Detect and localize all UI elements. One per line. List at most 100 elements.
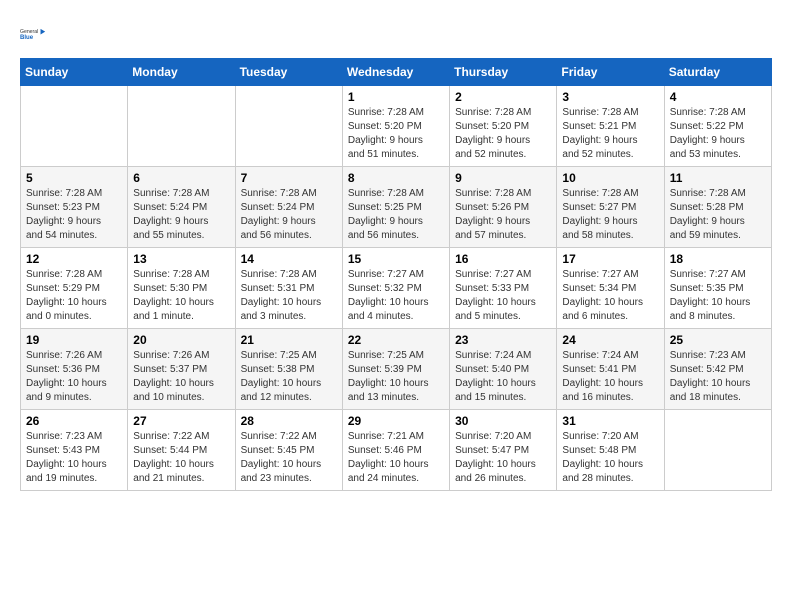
day-info: Sunrise: 7:25 AM Sunset: 5:39 PM Dayligh…: [348, 349, 444, 405]
day-info: Sunrise: 7:27 AM Sunset: 5:33 PM Dayligh…: [455, 268, 551, 324]
day-number: 21: [241, 333, 337, 347]
calendar-cell: 11Sunrise: 7:28 AM Sunset: 5:28 PM Dayli…: [664, 167, 771, 248]
day-number: 22: [348, 333, 444, 347]
day-info: Sunrise: 7:26 AM Sunset: 5:36 PM Dayligh…: [26, 349, 122, 405]
day-number: 23: [455, 333, 551, 347]
calendar-cell: 6 Sunrise: 7:28 AM Sunset: 5:24 PM Daylig…: [128, 167, 235, 248]
day-info: Sunrise: 7:24 AM Sunset: 5:41 PM Dayligh…: [562, 349, 658, 405]
day-info: Sunrise: 7:28 AM Sunset: 5:27 PM Dayligh…: [562, 187, 658, 243]
day-number: 4: [670, 90, 766, 104]
day-number: 13: [133, 252, 229, 266]
day-info: Sunrise: 7:24 AM Sunset: 5:40 PM Dayligh…: [455, 349, 551, 405]
day-number: 20: [133, 333, 229, 347]
calendar-cell: 16 Sunrise: 7:27 AM Sunset: 5:33 PM Dayli…: [450, 248, 557, 329]
calendar-cell: 4 Sunrise: 7:28 AM Sunset: 5:22 PM Daylig…: [664, 86, 771, 167]
weekday-header-sunday: Sunday: [21, 59, 128, 86]
day-info: Sunrise: 7:26 AM Sunset: 5:37 PM Dayligh…: [133, 349, 229, 405]
day-number: 30: [455, 414, 551, 428]
svg-text:General: General: [20, 29, 38, 35]
day-info: Sunrise: 7:27 AM Sunset: 5:34 PM Dayligh…: [562, 268, 658, 324]
day-number: 25: [670, 333, 766, 347]
calendar-cell: [235, 86, 342, 167]
calendar-body: 1 Sunrise: 7:28 AM Sunset: 5:20 PM Daylig…: [21, 86, 772, 491]
day-info: Sunrise: 7:28 AM Sunset: 5:23 PM Dayligh…: [26, 187, 122, 243]
calendar-cell: 29 Sunrise: 7:21 AM Sunset: 5:46 PM Dayli…: [342, 410, 449, 491]
logo-icon: GeneralBlue: [20, 20, 48, 48]
day-info: Sunrise: 7:23 AM Sunset: 5:43 PM Dayligh…: [26, 430, 122, 486]
weekday-header-monday: Monday: [128, 59, 235, 86]
calendar-cell: 28 Sunrise: 7:22 AM Sunset: 5:45 PM Dayli…: [235, 410, 342, 491]
calendar-cell: 15Sunrise: 7:27 AM Sunset: 5:32 PM Dayli…: [342, 248, 449, 329]
day-info: Sunrise: 7:21 AM Sunset: 5:46 PM Dayligh…: [348, 430, 444, 486]
calendar-week-4: 19 Sunrise: 7:26 AM Sunset: 5:36 PM Dayli…: [21, 329, 772, 410]
calendar-cell: 22 Sunrise: 7:25 AM Sunset: 5:39 PM Dayli…: [342, 329, 449, 410]
calendar-week-2: 5Sunrise: 7:28 AM Sunset: 5:23 PM Daylig…: [21, 167, 772, 248]
day-number: 10: [562, 171, 658, 185]
day-number: 6: [133, 171, 229, 185]
calendar-header: SundayMondayTuesdayWednesdayThursdayFrid…: [21, 59, 772, 86]
weekday-header-thursday: Thursday: [450, 59, 557, 86]
day-number: 16: [455, 252, 551, 266]
day-info: Sunrise: 7:28 AM Sunset: 5:20 PM Dayligh…: [348, 106, 444, 162]
day-info: Sunrise: 7:23 AM Sunset: 5:42 PM Dayligh…: [670, 349, 766, 405]
day-info: Sunrise: 7:28 AM Sunset: 5:26 PM Dayligh…: [455, 187, 551, 243]
weekday-header-friday: Friday: [557, 59, 664, 86]
day-number: 19: [26, 333, 122, 347]
weekday-header-saturday: Saturday: [664, 59, 771, 86]
day-info: Sunrise: 7:28 AM Sunset: 5:24 PM Dayligh…: [241, 187, 337, 243]
calendar-cell: 2 Sunrise: 7:28 AM Sunset: 5:20 PM Daylig…: [450, 86, 557, 167]
calendar-cell: 27Sunrise: 7:22 AM Sunset: 5:44 PM Dayli…: [128, 410, 235, 491]
day-number: 24: [562, 333, 658, 347]
page-header: GeneralBlue: [20, 20, 772, 48]
day-info: Sunrise: 7:28 AM Sunset: 5:29 PM Dayligh…: [26, 268, 122, 324]
calendar-week-1: 1 Sunrise: 7:28 AM Sunset: 5:20 PM Daylig…: [21, 86, 772, 167]
day-info: Sunrise: 7:22 AM Sunset: 5:45 PM Dayligh…: [241, 430, 337, 486]
calendar-cell: [21, 86, 128, 167]
day-info: Sunrise: 7:28 AM Sunset: 5:31 PM Dayligh…: [241, 268, 337, 324]
day-number: 8: [348, 171, 444, 185]
calendar-cell: 9 Sunrise: 7:28 AM Sunset: 5:26 PM Daylig…: [450, 167, 557, 248]
calendar-cell: 21 Sunrise: 7:25 AM Sunset: 5:38 PM Dayli…: [235, 329, 342, 410]
day-info: Sunrise: 7:28 AM Sunset: 5:25 PM Dayligh…: [348, 187, 444, 243]
calendar-cell: 8 Sunrise: 7:28 AM Sunset: 5:25 PM Daylig…: [342, 167, 449, 248]
calendar-cell: 18Sunrise: 7:27 AM Sunset: 5:35 PM Dayli…: [664, 248, 771, 329]
day-number: 14: [241, 252, 337, 266]
day-number: 9: [455, 171, 551, 185]
calendar-cell: 13 Sunrise: 7:28 AM Sunset: 5:30 PM Dayli…: [128, 248, 235, 329]
day-number: 17: [562, 252, 658, 266]
day-info: Sunrise: 7:28 AM Sunset: 5:22 PM Dayligh…: [670, 106, 766, 162]
calendar-week-5: 26Sunrise: 7:23 AM Sunset: 5:43 PM Dayli…: [21, 410, 772, 491]
calendar-cell: 25 Sunrise: 7:23 AM Sunset: 5:42 PM Dayli…: [664, 329, 771, 410]
day-info: Sunrise: 7:20 AM Sunset: 5:48 PM Dayligh…: [562, 430, 658, 486]
calendar-cell: [664, 410, 771, 491]
calendar-cell: 5Sunrise: 7:28 AM Sunset: 5:23 PM Daylig…: [21, 167, 128, 248]
day-number: 2: [455, 90, 551, 104]
calendar-cell: 3 Sunrise: 7:28 AM Sunset: 5:21 PM Daylig…: [557, 86, 664, 167]
logo: GeneralBlue: [20, 20, 48, 48]
calendar-cell: 7 Sunrise: 7:28 AM Sunset: 5:24 PM Daylig…: [235, 167, 342, 248]
day-number: 11: [670, 171, 766, 185]
day-info: Sunrise: 7:28 AM Sunset: 5:20 PM Dayligh…: [455, 106, 551, 162]
day-number: 3: [562, 90, 658, 104]
day-info: Sunrise: 7:28 AM Sunset: 5:21 PM Dayligh…: [562, 106, 658, 162]
calendar-cell: 23 Sunrise: 7:24 AM Sunset: 5:40 PM Dayli…: [450, 329, 557, 410]
svg-text:Blue: Blue: [20, 35, 34, 41]
weekday-header-row: SundayMondayTuesdayWednesdayThursdayFrid…: [21, 59, 772, 86]
weekday-header-tuesday: Tuesday: [235, 59, 342, 86]
day-number: 1: [348, 90, 444, 104]
day-number: 29: [348, 414, 444, 428]
day-number: 31: [562, 414, 658, 428]
day-info: Sunrise: 7:22 AM Sunset: 5:44 PM Dayligh…: [133, 430, 229, 486]
day-info: Sunrise: 7:28 AM Sunset: 5:30 PM Dayligh…: [133, 268, 229, 324]
day-number: 28: [241, 414, 337, 428]
calendar-cell: 12Sunrise: 7:28 AM Sunset: 5:29 PM Dayli…: [21, 248, 128, 329]
calendar-cell: 20 Sunrise: 7:26 AM Sunset: 5:37 PM Dayli…: [128, 329, 235, 410]
calendar-cell: [128, 86, 235, 167]
day-number: 7: [241, 171, 337, 185]
calendar-cell: 30Sunrise: 7:20 AM Sunset: 5:47 PM Dayli…: [450, 410, 557, 491]
day-info: Sunrise: 7:28 AM Sunset: 5:24 PM Dayligh…: [133, 187, 229, 243]
calendar-table: SundayMondayTuesdayWednesdayThursdayFrid…: [20, 58, 772, 491]
calendar-week-3: 12Sunrise: 7:28 AM Sunset: 5:29 PM Dayli…: [21, 248, 772, 329]
day-info: Sunrise: 7:25 AM Sunset: 5:38 PM Dayligh…: [241, 349, 337, 405]
day-number: 18: [670, 252, 766, 266]
